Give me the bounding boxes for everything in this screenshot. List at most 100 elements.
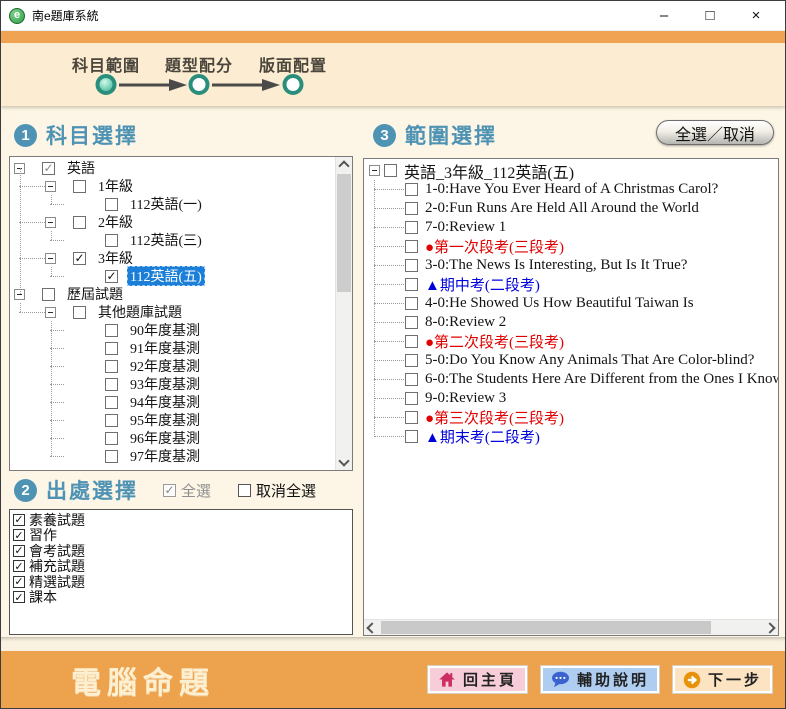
tree-node-label[interactable]: 94年度基測 bbox=[127, 392, 203, 412]
scroll-down-icon[interactable] bbox=[338, 455, 349, 466]
checkbox[interactable]: ✓ bbox=[13, 514, 25, 526]
checkbox[interactable] bbox=[105, 198, 118, 211]
checkbox[interactable] bbox=[405, 411, 418, 424]
close-button[interactable]: × bbox=[733, 1, 779, 30]
tree-node-label[interactable]: 112英語(一) bbox=[127, 194, 205, 214]
tree-expander-icon[interactable] bbox=[45, 217, 56, 228]
range-tree-node[interactable]: 6-0:The Students Here Are Different from… bbox=[364, 370, 778, 389]
source-item[interactable]: ✓精選試題 bbox=[10, 574, 352, 590]
checkbox[interactable] bbox=[73, 216, 86, 229]
range-tree-node[interactable]: 9-0:Review 3 bbox=[364, 389, 778, 408]
tree-node-label[interactable]: 90年度基測 bbox=[127, 320, 203, 340]
subject-tree-node[interactable]: 94年度基測 bbox=[10, 393, 335, 411]
tree-node-label[interactable]: 3-0:The News Is Interesting, But Is It T… bbox=[422, 257, 690, 274]
checkbox[interactable] bbox=[405, 335, 418, 348]
tree-node-label[interactable]: ●第三次段考(三段考) bbox=[422, 407, 567, 428]
tree-node-label[interactable]: 2-0:Fun Runs Are Held All Around the Wor… bbox=[422, 200, 702, 217]
tree-node-label[interactable]: ▲期末考(二段考) bbox=[422, 426, 543, 447]
range-tree-node[interactable]: ▲期末考(二段考) bbox=[364, 427, 778, 446]
range-tree-node[interactable]: 8-0:Review 2 bbox=[364, 313, 778, 332]
tree-node-label[interactable]: 112英語(五) bbox=[127, 266, 205, 286]
tree-node-label[interactable]: 97年度基測 bbox=[127, 446, 203, 466]
tree-expander-icon[interactable] bbox=[45, 181, 56, 192]
tree-expander-icon[interactable] bbox=[369, 165, 380, 176]
checkbox[interactable]: ✓ bbox=[13, 591, 25, 603]
subject-tree-node[interactable]: ✓ 英語 bbox=[10, 159, 335, 177]
range-tree-node[interactable]: ●第二次段考(三段考) bbox=[364, 332, 778, 351]
scroll-right-icon[interactable] bbox=[764, 622, 775, 633]
tree-node-label[interactable]: ●第一次段考(三段考) bbox=[422, 236, 567, 257]
deselect-all-checkbox[interactable]: 取消全選 bbox=[238, 480, 316, 501]
subject-tree-node[interactable]: 2年級 bbox=[10, 213, 335, 231]
checkbox[interactable]: ✓ bbox=[13, 545, 25, 557]
subject-tree-node[interactable]: 歷屆試題 bbox=[10, 285, 335, 303]
tree-node-label[interactable]: 95年度基測 bbox=[127, 410, 203, 430]
scrollbar-thumb[interactable] bbox=[381, 621, 711, 634]
checkbox[interactable] bbox=[405, 183, 418, 196]
checkbox[interactable] bbox=[405, 392, 418, 405]
checkbox[interactable] bbox=[238, 484, 251, 497]
range-tree-node[interactable]: ●第三次段考(三段考) bbox=[364, 408, 778, 427]
subject-tree-node[interactable]: 96年度基測 bbox=[10, 429, 335, 447]
range-tree-node[interactable]: 英語_3年級_112英語(五) bbox=[364, 161, 778, 180]
tree-node-label[interactable]: ▲期中考(二段考) bbox=[422, 274, 543, 295]
subject-tree-node[interactable]: 其他題庫試題 bbox=[10, 303, 335, 321]
checkbox[interactable] bbox=[105, 414, 118, 427]
checkbox[interactable] bbox=[405, 221, 418, 234]
checkbox[interactable] bbox=[73, 306, 86, 319]
tree-node-label[interactable]: 歷屆試題 bbox=[64, 284, 126, 304]
tree-node-label[interactable]: 4-0:He Showed Us How Beautiful Taiwan Is bbox=[422, 295, 697, 312]
checkbox[interactable] bbox=[405, 259, 418, 272]
checkbox[interactable]: ✓ bbox=[13, 576, 25, 588]
tree-node-label[interactable]: 5-0:Do You Know Any Animals That Are Col… bbox=[422, 352, 757, 369]
checkbox[interactable] bbox=[105, 324, 118, 337]
range-tree-node[interactable]: 1-0:Have You Ever Heard of A Christmas C… bbox=[364, 180, 778, 199]
home-button[interactable]: 回主頁 bbox=[428, 666, 527, 693]
tree-node-label[interactable]: 6-0:The Students Here Are Different from… bbox=[422, 371, 778, 388]
tree-node-label[interactable]: 其他題庫試題 bbox=[95, 302, 185, 322]
tree-node-label[interactable]: 91年度基測 bbox=[127, 338, 203, 358]
checkbox[interactable]: ✓ bbox=[105, 270, 118, 283]
tree-node-label[interactable]: 112英語(三) bbox=[127, 230, 205, 250]
next-step-button[interactable]: 下一步 bbox=[673, 666, 772, 693]
checkbox[interactable] bbox=[105, 396, 118, 409]
tree-node-label[interactable]: 96年度基測 bbox=[127, 428, 203, 448]
subject-tree-node[interactable]: 112英語(三) bbox=[10, 231, 335, 249]
checkbox[interactable] bbox=[105, 360, 118, 373]
horizontal-scrollbar[interactable] bbox=[364, 619, 778, 635]
checkbox[interactable] bbox=[405, 373, 418, 386]
scroll-up-icon[interactable] bbox=[338, 160, 349, 171]
tree-expander-icon[interactable] bbox=[45, 307, 56, 318]
subject-tree-node[interactable]: 112英語(一) bbox=[10, 195, 335, 213]
vertical-scrollbar[interactable] bbox=[335, 157, 352, 470]
range-tree-node[interactable]: 5-0:Do You Know Any Animals That Are Col… bbox=[364, 351, 778, 370]
checkbox[interactable] bbox=[405, 278, 418, 291]
subject-tree-node[interactable]: 91年度基測 bbox=[10, 339, 335, 357]
subject-tree-node[interactable]: 92年度基測 bbox=[10, 357, 335, 375]
tree-node-label[interactable]: 英語 bbox=[64, 158, 98, 178]
checkbox[interactable] bbox=[405, 354, 418, 367]
checkbox[interactable] bbox=[405, 316, 418, 329]
tree-node-label[interactable]: 9-0:Review 3 bbox=[422, 390, 509, 407]
checkbox[interactable] bbox=[405, 430, 418, 443]
range-tree-node[interactable]: 2-0:Fun Runs Are Held All Around the Wor… bbox=[364, 199, 778, 218]
tree-expander-icon[interactable] bbox=[45, 253, 56, 264]
checkbox[interactable] bbox=[42, 288, 55, 301]
checkbox[interactable] bbox=[105, 342, 118, 355]
checkbox[interactable] bbox=[105, 234, 118, 247]
tree-node-label[interactable]: 2年級 bbox=[95, 212, 136, 232]
subject-tree-node[interactable]: ✓ 3年級 bbox=[10, 249, 335, 267]
checkbox[interactable] bbox=[405, 240, 418, 253]
checkbox[interactable] bbox=[405, 297, 418, 310]
checkbox[interactable]: ✓ bbox=[73, 252, 86, 265]
checkbox[interactable] bbox=[105, 432, 118, 445]
source-item[interactable]: ✓素養試題 bbox=[10, 512, 352, 528]
tree-node-label[interactable]: 3年級 bbox=[95, 248, 136, 268]
range-tree-node[interactable]: 3-0:The News Is Interesting, But Is It T… bbox=[364, 256, 778, 275]
select-all-checkbox[interactable]: ✓ 全選 bbox=[163, 480, 211, 501]
checkbox[interactable] bbox=[105, 378, 118, 391]
tree-node-label[interactable]: 93年度基測 bbox=[127, 374, 203, 394]
subject-tree-node[interactable]: 97年度基測 bbox=[10, 447, 335, 465]
checkbox[interactable]: ✓ bbox=[42, 162, 55, 175]
tree-node-label[interactable]: 92年度基測 bbox=[127, 356, 203, 376]
